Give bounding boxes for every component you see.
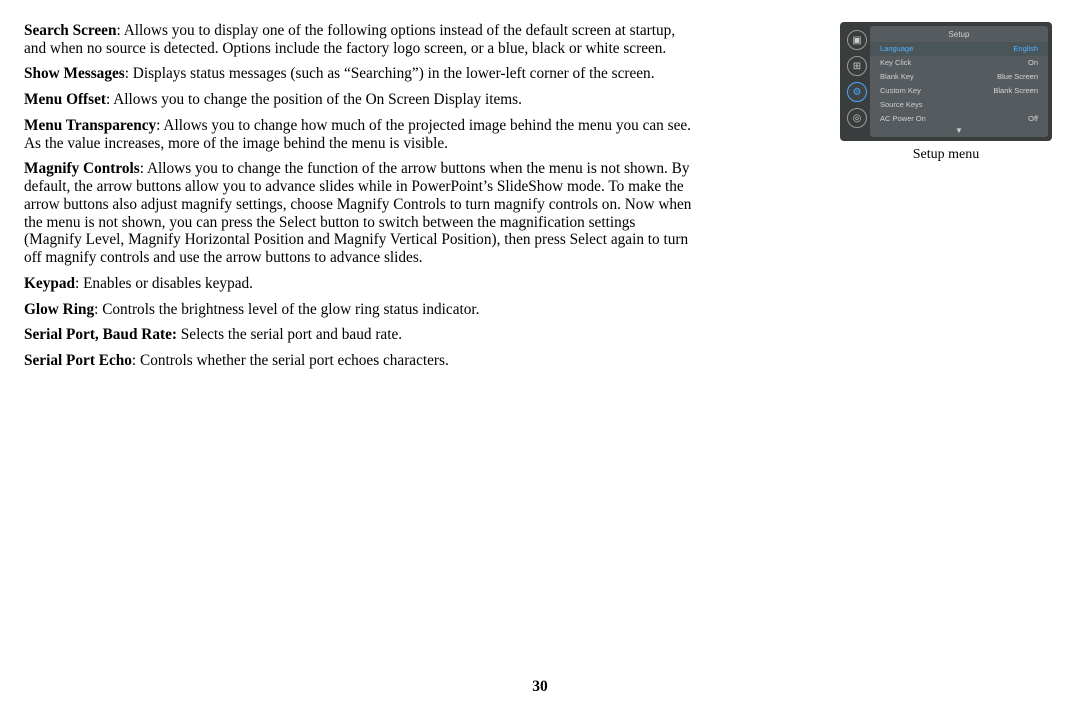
setup-menu-panel: Setup LanguageEnglish Key ClickOn Blank … <box>870 26 1048 137</box>
menu-item-acpoweron: AC Power OnOff <box>870 112 1048 126</box>
menu-title: Setup <box>870 30 1048 39</box>
picture-icon: ▣ <box>847 30 867 50</box>
menu-item-language: LanguageEnglish <box>870 42 1048 56</box>
chevron-down-icon: ▼ <box>870 126 1048 135</box>
menu-icon-rail: ▣ ⊞ ⚙ ◎ <box>844 26 870 137</box>
menu-item-customkey: Custom KeyBlank Screen <box>870 84 1048 98</box>
body-text: Search Screen: Allows you to display one… <box>24 22 692 378</box>
menu-item-blankkey: Blank KeyBlue Screen <box>870 70 1048 84</box>
setup-menu-screenshot: ▣ ⊞ ⚙ ◎ Setup LanguageEnglish Key ClickO… <box>840 22 1052 141</box>
setup-icon: ⚙ <box>847 82 867 102</box>
advanced-picture-icon: ⊞ <box>847 56 867 76</box>
status-icon: ◎ <box>847 108 867 128</box>
menu-item-sourcekeys: Source Keys <box>870 98 1048 112</box>
menu-item-keyclick: Key ClickOn <box>870 56 1048 70</box>
figure-caption: Setup menu <box>840 147 1052 163</box>
page-number: 30 <box>0 678 1080 696</box>
